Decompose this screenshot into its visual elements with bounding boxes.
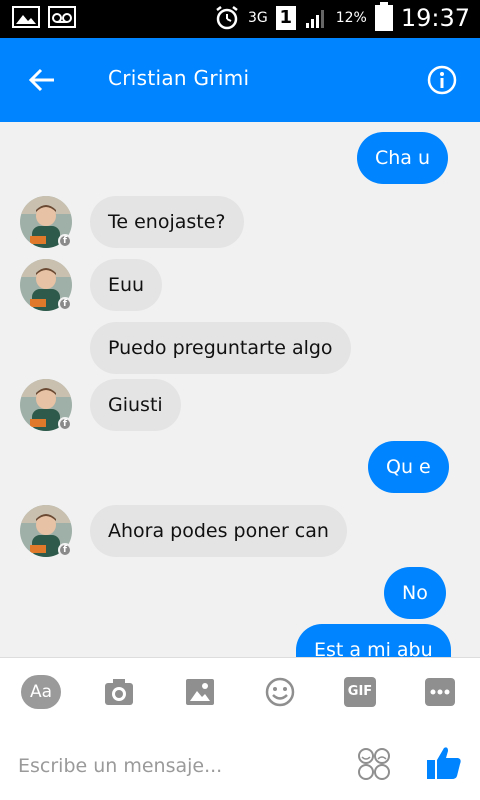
status-bar: 3G 1 12% 19:37 [0, 0, 480, 38]
battery-percent: 12% [335, 10, 367, 26]
info-icon[interactable] [426, 64, 458, 96]
message-bubble-outgoing[interactable]: Cha u [357, 132, 449, 184]
alarm-icon [216, 6, 238, 30]
facebook-badge-icon: f [58, 417, 72, 431]
gallery-icon[interactable] [185, 674, 215, 710]
notification-icons [12, 6, 76, 28]
facebook-badge-icon: f [58, 297, 72, 311]
message-bubble-incoming[interactable]: Ahora podes poner can [90, 505, 347, 557]
message-bubble-outgoing[interactable]: No [384, 567, 446, 619]
gallery-notification-icon [12, 6, 40, 28]
composer [0, 727, 480, 800]
signal-icon [305, 10, 324, 28]
message-bubble-outgoing[interactable]: Est a mi abu [296, 624, 451, 657]
message-bubble-incoming[interactable]: Euu [90, 259, 163, 311]
message-bubble-incoming[interactable]: Puedo preguntarte algo [90, 322, 351, 374]
message-bubble-incoming[interactable]: Te enojaste? [90, 196, 244, 248]
like-thumb-icon[interactable] [424, 743, 464, 783]
clock: 19:37 [400, 4, 470, 32]
facebook-badge-icon: f [58, 543, 72, 557]
back-arrow-icon[interactable] [26, 64, 58, 96]
battery-icon [374, 2, 393, 31]
voicemail-icon [48, 6, 76, 28]
camera-icon[interactable] [103, 674, 135, 710]
gif-button[interactable]: GIF [344, 677, 376, 707]
text-style-button[interactable]: Aa [21, 675, 61, 709]
facebook-badge-icon: f [58, 234, 72, 248]
stickers-icon[interactable] [358, 747, 390, 781]
sim-indicator: 1 [275, 6, 296, 30]
more-icon[interactable] [424, 674, 456, 710]
network-type: 3G [247, 10, 268, 26]
contact-name[interactable]: Cristian Grimi [108, 66, 249, 90]
emoji-icon[interactable] [264, 674, 296, 710]
message-input[interactable] [18, 751, 338, 781]
composer-toolbar: Aa GIF [0, 657, 480, 727]
message-bubble-outgoing[interactable]: Qu e [368, 441, 449, 493]
message-bubble-incoming[interactable]: Giusti [90, 379, 181, 431]
conversation-header: Cristian Grimi [0, 38, 480, 122]
message-list[interactable]: Cha u f Te enojaste? f Euu Puedo pregunt… [0, 122, 480, 657]
